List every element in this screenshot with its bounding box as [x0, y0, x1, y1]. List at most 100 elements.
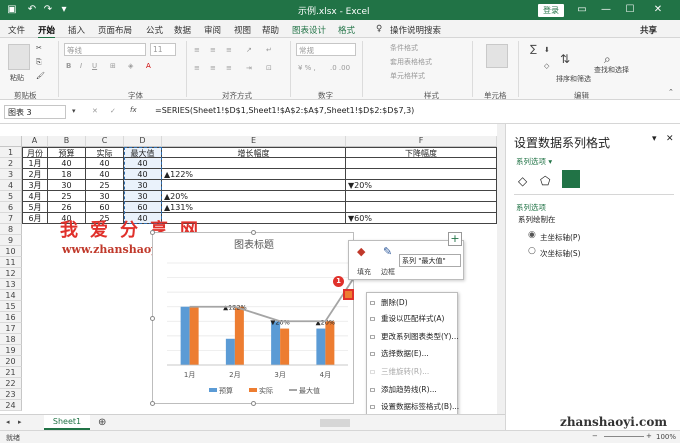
wrap-text-icon[interactable]: ↵ [266, 46, 272, 54]
table-cell[interactable]: 18 [48, 169, 86, 180]
currency-icon[interactable]: ¥ % , [298, 64, 316, 72]
login-button[interactable]: 登录 [538, 4, 564, 17]
table-cell[interactable]: 4月 [22, 191, 48, 202]
tab-view[interactable]: 视图 [234, 24, 251, 36]
vertical-scrollbar[interactable] [497, 124, 505, 414]
row-header-1[interactable]: 1 [0, 147, 22, 158]
table-cell[interactable] [346, 158, 497, 169]
pane-options-icon[interactable]: ▾ [652, 134, 657, 144]
column-header-a[interactable]: A [22, 136, 48, 147]
column-header-f[interactable]: F [346, 136, 497, 147]
save-icon[interactable]: ▣ [4, 2, 20, 18]
column-header-b[interactable]: B [48, 136, 86, 147]
table-cell[interactable]: 25 [48, 191, 86, 202]
tab-chart-design[interactable]: 图表设计 [292, 24, 326, 36]
header-cell[interactable]: 下降幅度 [346, 147, 497, 158]
tab-file[interactable]: 文件 [8, 24, 25, 36]
table-cell[interactable]: ▲131% [162, 202, 346, 213]
close-button[interactable]: ✕ [650, 2, 666, 18]
number-format-box[interactable]: 常规 [296, 43, 356, 56]
row-header-6[interactable]: 6 [0, 202, 22, 213]
chart-elements-plus-icon[interactable]: + [448, 232, 462, 246]
sheet-tab-sheet1[interactable]: Sheet1 [44, 415, 90, 430]
zoom-slider[interactable] [604, 436, 644, 437]
row-header-9[interactable]: 9 [0, 235, 22, 246]
row-header-17[interactable]: 17 [0, 323, 22, 334]
collapse-ribbon-icon[interactable]: ⌃ [668, 88, 674, 96]
font-color-icon[interactable]: A [146, 62, 151, 70]
zoom-in-button[interactable]: + [646, 432, 652, 440]
align-bottom-icon[interactable]: ≡ [226, 46, 232, 54]
table-cell[interactable]: 25 [86, 180, 124, 191]
table-cell[interactable]: 5月 [22, 202, 48, 213]
tab-insert[interactable]: 插入 [68, 24, 85, 36]
prev-sheet-icon[interactable]: ◂ [6, 418, 10, 426]
align-left-icon[interactable]: ≡ [194, 64, 200, 72]
table-cell[interactable]: 30 [48, 180, 86, 191]
align-middle-icon[interactable]: ≡ [210, 46, 216, 54]
table-cell[interactable]: 2月 [22, 169, 48, 180]
table-cell[interactable]: 1月 [22, 158, 48, 169]
cells-icon[interactable] [486, 44, 508, 68]
autosum-icon[interactable]: ∑ [530, 44, 537, 55]
share-button[interactable]: 共享 [640, 24, 657, 36]
row-header-20[interactable]: 20 [0, 356, 22, 367]
menu-item-7[interactable]: ▫ 设置数据标签格式(B)... [370, 401, 459, 412]
sort-filter-button[interactable]: 排序和筛选 [556, 74, 591, 84]
menu-item-2[interactable]: ▫ 重设以匹配样式(A) [370, 313, 444, 324]
table-cell[interactable]: 40 [48, 158, 86, 169]
find-select-button[interactable]: 查找和选择 [594, 65, 629, 75]
italic-icon[interactable]: I [80, 62, 82, 70]
underline-icon[interactable]: U [92, 62, 97, 70]
row-header-22[interactable]: 22 [0, 378, 22, 389]
row-header-13[interactable]: 13 [0, 279, 22, 290]
formula-input[interactable]: =SERIES(Sheet1!$D$1,Sheet1!$A$2:$A$7,She… [155, 106, 414, 115]
table-cell[interactable] [162, 158, 346, 169]
zoom-level[interactable]: 100% [656, 433, 676, 441]
redo-icon[interactable]: ↷ [40, 2, 56, 18]
menu-item-4[interactable]: ▫ 选择数据(E)... [370, 348, 429, 359]
paste-button[interactable]: 粘贴 [10, 73, 24, 83]
row-header-19[interactable]: 19 [0, 345, 22, 356]
fill-color-icon[interactable]: ◈ [128, 62, 133, 70]
orientation-icon[interactable]: ↗ [246, 46, 252, 54]
zoom-out-button[interactable]: − [592, 432, 598, 440]
align-right-icon[interactable]: ≡ [226, 64, 232, 72]
format-painter-icon[interactable]: 🖌 [36, 72, 45, 80]
table-cell[interactable]: 40 [86, 169, 124, 180]
table-cell[interactable]: ▼60% [346, 213, 497, 224]
table-cell[interactable] [346, 191, 497, 202]
row-header-5[interactable]: 5 [0, 191, 22, 202]
fill-bucket-icon[interactable]: ◆ [357, 245, 365, 258]
font-name-box[interactable]: 等线 [64, 43, 146, 56]
column-header-d[interactable]: D [124, 136, 162, 147]
tab-formulas[interactable]: 公式 [146, 24, 163, 36]
tab-review[interactable]: 审阅 [204, 24, 221, 36]
border-icon[interactable]: ⊞ [110, 62, 116, 70]
header-cell[interactable]: 实际 [86, 147, 124, 158]
tab-help[interactable]: 帮助 [262, 24, 279, 36]
tab-page-layout[interactable]: 页面布局 [98, 24, 132, 36]
table-cell[interactable]: 40 [86, 158, 124, 169]
cancel-icon[interactable]: ✕ [92, 107, 98, 115]
outline-button[interactable]: 边框 [381, 267, 395, 277]
fill-button[interactable]: 填充 [357, 267, 371, 277]
decimal-icon[interactable]: .0 .00 [330, 64, 350, 72]
undo-icon[interactable]: ↶ [24, 2, 40, 18]
horizontal-scrollbar[interactable] [320, 419, 350, 427]
ribbon-display-icon[interactable]: ▭ [574, 2, 590, 18]
conditional-format-button[interactable]: 条件格式 [390, 43, 418, 53]
table-cell[interactable]: 30 [86, 191, 124, 202]
paste-icon[interactable] [8, 44, 30, 70]
tab-format[interactable]: 格式 [338, 24, 355, 36]
sort-filter-icon[interactable]: ⇅ [560, 52, 570, 66]
row-header-7[interactable]: 7 [0, 213, 22, 224]
clear-icon[interactable]: ◇ [544, 62, 549, 70]
table-cell[interactable] [162, 180, 346, 191]
pane-close-button[interactable]: ✕ [666, 134, 674, 144]
row-header-14[interactable]: 14 [0, 290, 22, 301]
series-options-section[interactable]: 系列选项 [516, 202, 546, 213]
row-header-8[interactable]: 8 [0, 224, 22, 235]
row-header-2[interactable]: 2 [0, 158, 22, 169]
row-header-16[interactable]: 16 [0, 312, 22, 323]
